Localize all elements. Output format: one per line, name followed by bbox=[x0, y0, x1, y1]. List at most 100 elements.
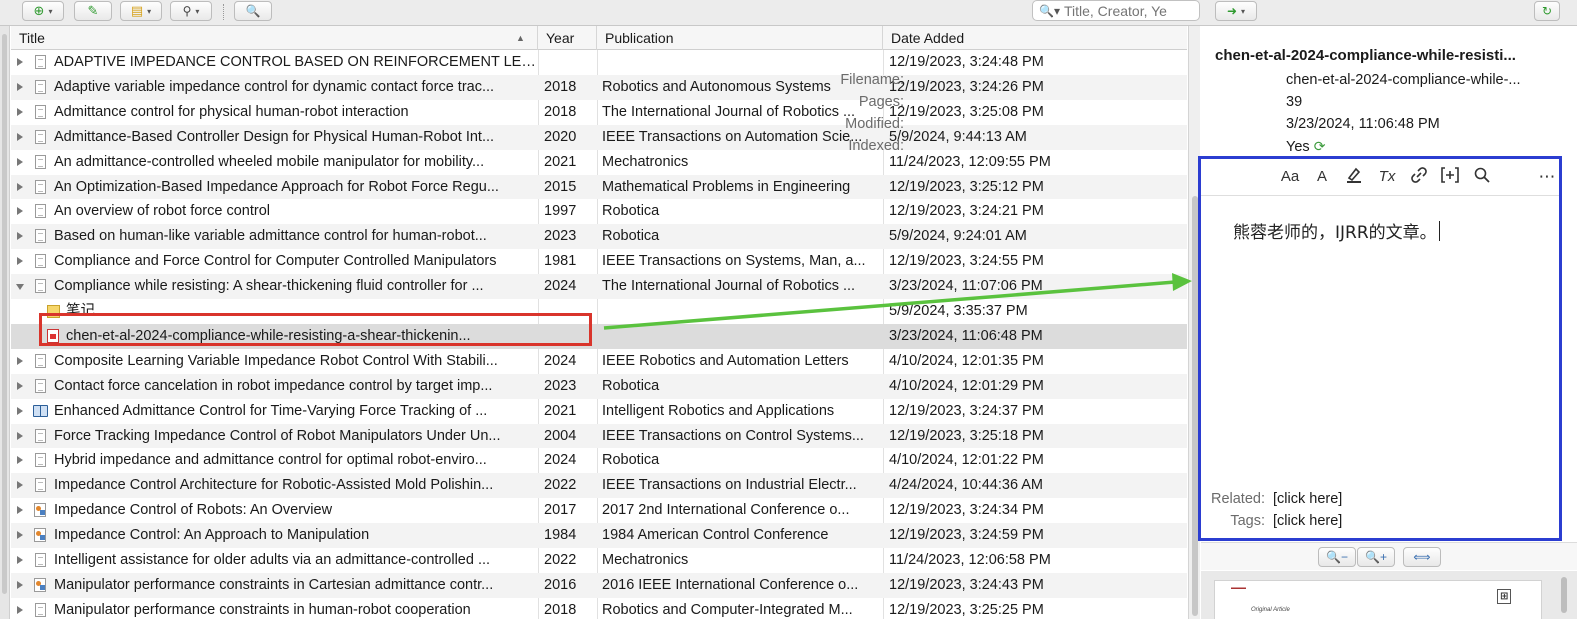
table-row[interactable]: Impedance Control of Robots: An Overview… bbox=[11, 498, 1187, 523]
expanded-triangle-icon[interactable] bbox=[16, 284, 24, 291]
cell-title: An admittance-controlled wheeled mobile … bbox=[54, 153, 485, 170]
add-by-identifier-button[interactable]: ✎ bbox=[74, 1, 112, 21]
collapsed-triangle-icon[interactable] bbox=[17, 207, 23, 216]
doc-icon bbox=[35, 204, 46, 219]
column-header-year[interactable]: Year bbox=[538, 26, 597, 50]
toolbar-separator bbox=[223, 4, 224, 20]
related-link[interactable]: [click here] bbox=[1273, 488, 1342, 510]
table-row[interactable]: Enhanced Admittance Control for Time-Var… bbox=[11, 399, 1187, 424]
table-row[interactable]: Adaptive variable impedance control for … bbox=[11, 74, 1187, 100]
search-field[interactable]: 🔍▾ bbox=[1032, 0, 1200, 21]
table-row[interactable]: 笔记 5/9/2024, 3:35:37 PM bbox=[11, 299, 1187, 324]
text-color-button[interactable]: A bbox=[1312, 166, 1332, 188]
fit-width-icon[interactable]: ⟺ bbox=[1403, 547, 1441, 567]
related-label: Related: bbox=[1210, 491, 1265, 507]
zoom-out-icon[interactable]: 🔍− bbox=[1318, 547, 1356, 567]
plus-circle-icon: ⊕ bbox=[33, 3, 45, 18]
collapsed-triangle-icon[interactable] bbox=[17, 257, 23, 266]
cell-title: Hybrid impedance and admittance control … bbox=[54, 452, 487, 469]
table-row[interactable]: Admittance control for physical human-ro… bbox=[11, 100, 1187, 125]
attach-button[interactable]: ⚲ ▾ bbox=[170, 1, 212, 21]
text-format-button[interactable]: Aa bbox=[1279, 166, 1301, 188]
cell-year: 2024 bbox=[544, 278, 577, 295]
collapsed-triangle-icon[interactable] bbox=[17, 356, 23, 365]
cell-publication: 2016 IEEE International Conference o... bbox=[602, 576, 859, 593]
collapsed-triangle-icon[interactable] bbox=[17, 157, 23, 166]
collapsed-triangle-icon[interactable] bbox=[17, 82, 23, 91]
new-item-button[interactable]: ⊕ ▾ bbox=[22, 1, 64, 21]
table-row[interactable]: Admittance-Based Controller Design for P… bbox=[11, 124, 1187, 150]
reindex-icon[interactable]: ⟳ bbox=[1314, 138, 1326, 154]
collapsed-triangle-icon[interactable] bbox=[17, 132, 23, 141]
search-input[interactable] bbox=[1063, 2, 1189, 19]
advanced-search-button[interactable]: 🔍 bbox=[234, 1, 272, 21]
filename-value[interactable]: chen-et-al-2024-compliance-while-... bbox=[1286, 69, 1561, 91]
collapsed-triangle-icon[interactable] bbox=[17, 182, 23, 191]
cell-title: Force Tracking Impedance Control of Robo… bbox=[54, 427, 501, 444]
zoom-in-icon[interactable]: 🔍+ bbox=[1357, 547, 1395, 567]
column-header-date-added[interactable]: Date Added bbox=[883, 26, 1187, 50]
sync-button[interactable]: ↻ bbox=[1534, 1, 1560, 21]
clear-format-button[interactable]: Tx bbox=[1376, 166, 1398, 188]
table-row[interactable]: ADAPTIVE IMPEDANCE CONTROL BASED ON REIN… bbox=[11, 50, 1187, 75]
cell-year: 2023 bbox=[544, 228, 577, 245]
note-content[interactable]: 熊蓉老师的，IJRR的文章。 bbox=[1233, 218, 1440, 243]
collapsed-triangle-icon[interactable] bbox=[17, 556, 23, 564]
doc-icon bbox=[35, 553, 46, 567]
table-row[interactable]: Intelligent assistance for older adults … bbox=[11, 548, 1187, 573]
table-row[interactable]: Impedance Control: An Approach to Manipu… bbox=[11, 523, 1187, 548]
chevron-down-icon: ▾ bbox=[1241, 6, 1246, 16]
table-row[interactable]: Hybrid impedance and admittance control … bbox=[11, 448, 1187, 473]
cell-publication: Robotica bbox=[602, 377, 660, 394]
collapsed-triangle-icon[interactable] bbox=[17, 605, 23, 614]
cell-date-added: 4/10/2024, 12:01:22 PM bbox=[889, 452, 1044, 469]
table-row[interactable]: Contact force cancelation in robot imped… bbox=[11, 373, 1187, 399]
collapsed-triangle-icon[interactable] bbox=[17, 381, 23, 390]
collapsed-triangle-icon[interactable] bbox=[17, 481, 23, 490]
tags-link[interactable]: [click here] bbox=[1273, 510, 1342, 532]
scrollbar-thumb[interactable] bbox=[2, 34, 7, 594]
preview-scrollbar[interactable] bbox=[1561, 577, 1567, 613]
table-row[interactable]: Based on human-like variable admittance … bbox=[11, 224, 1187, 250]
link-icon[interactable] bbox=[1408, 166, 1430, 188]
collapsed-triangle-icon[interactable] bbox=[17, 431, 23, 440]
table-row[interactable]: An admittance-controlled wheeled mobile … bbox=[11, 150, 1187, 175]
insert-citation-icon[interactable] bbox=[1439, 166, 1461, 188]
table-row[interactable]: Force Tracking Impedance Control of Robo… bbox=[11, 423, 1187, 449]
table-row[interactable]: Manipulator performance constraints in C… bbox=[11, 572, 1187, 598]
collapsed-triangle-icon[interactable] bbox=[17, 456, 23, 465]
cell-title: chen-et-al-2024-compliance-while-resisti… bbox=[66, 327, 471, 344]
cell-publication: IEEE Transactions on Industrial Electr..… bbox=[602, 477, 857, 494]
new-note-button[interactable]: ▤ ▾ bbox=[120, 1, 162, 21]
table-row[interactable]: Composite Learning Variable Impedance Ro… bbox=[11, 349, 1187, 374]
locate-button[interactable]: ➜ ▾ bbox=[1215, 1, 1257, 21]
doc-icon bbox=[35, 129, 46, 144]
collapsed-triangle-icon[interactable] bbox=[17, 580, 23, 589]
table-row[interactable]: Compliance while resisting: A shear-thic… bbox=[11, 274, 1187, 299]
collapsed-triangle-icon[interactable] bbox=[17, 531, 23, 540]
table-row[interactable]: Compliance and Force Control for Compute… bbox=[11, 249, 1187, 274]
table-row[interactable]: Impedance Control Architecture for Robot… bbox=[11, 473, 1187, 499]
cell-publication: IEEE Robotics and Automation Letters bbox=[602, 352, 849, 369]
table-row[interactable]: An overview of robot force control 1997 Ro… bbox=[11, 199, 1187, 224]
collapsed-triangle-icon[interactable] bbox=[17, 58, 23, 66]
cell-year bbox=[544, 50, 596, 75]
more-options-button[interactable]: ⋯ bbox=[1536, 166, 1558, 188]
table-row[interactable]: chen-et-al-2024-compliance-while-resisti… bbox=[11, 323, 1187, 349]
table-row[interactable]: Manipulator performance constraints in h… bbox=[11, 598, 1187, 619]
column-header-publication[interactable]: Publication bbox=[597, 26, 883, 50]
scrollbar-thumb[interactable] bbox=[1192, 196, 1198, 616]
collapsed-triangle-icon[interactable] bbox=[17, 506, 23, 515]
cell-date-added: 4/24/2024, 10:44:36 AM bbox=[889, 477, 1043, 494]
find-icon[interactable] bbox=[1471, 166, 1493, 188]
items-scrollbar[interactable] bbox=[1188, 26, 1200, 619]
attachment-preview[interactable]: ▬▬▬ Original Article ⊞ bbox=[1201, 571, 1577, 619]
collapsed-triangle-icon[interactable] bbox=[17, 406, 23, 415]
cell-title: Intelligent assistance for older adults … bbox=[54, 552, 491, 568]
cell-date-added: 12/19/2023, 3:24:43 PM bbox=[889, 576, 1044, 593]
table-row[interactable]: An Optimization-Based Impedance Approach… bbox=[11, 174, 1187, 200]
highlight-icon[interactable] bbox=[1343, 166, 1365, 188]
collapsed-triangle-icon[interactable] bbox=[17, 107, 23, 116]
column-header-title[interactable]: Title bbox=[11, 26, 538, 50]
collapsed-triangle-icon[interactable] bbox=[17, 232, 23, 241]
